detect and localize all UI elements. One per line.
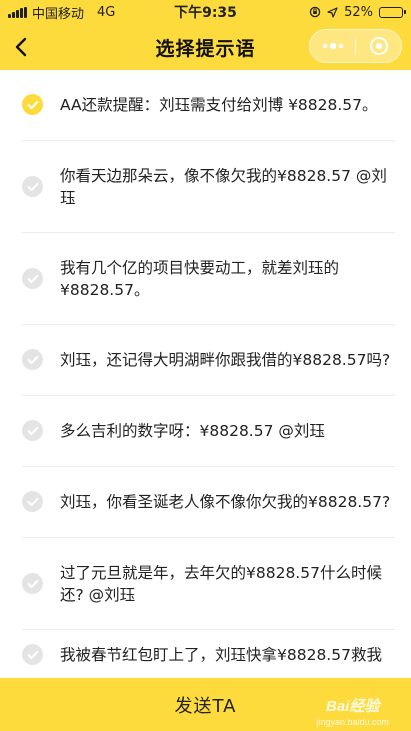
prompt-option[interactable]: 我有几个亿的项目快要动工，就差刘珏的¥8828.57。	[0, 233, 411, 325]
status-bar: 中国移动 4G 下午9:35 52%	[0, 0, 411, 24]
watermark-logo: Bai经验	[326, 698, 380, 715]
location-icon	[327, 6, 338, 18]
prompt-option[interactable]: 刘珏，你看圣诞老人像不像你欠我的¥8828.57?	[0, 467, 411, 538]
radio-unchecked-icon[interactable]	[22, 420, 43, 441]
prompt-option-text: 我被春节红包盯上了，刘珏快拿¥8828.57救我	[60, 646, 382, 664]
target-icon	[369, 37, 388, 55]
rotation-lock-icon	[309, 6, 321, 18]
prompt-option-text: 你看天边那朵云，像不像欠我的¥8828.57 @刘珏	[60, 167, 387, 207]
prompt-option-text: 多么吉利的数字呀：¥8828.57 @刘珏	[60, 422, 325, 440]
send-button-label: 发送TA	[174, 695, 237, 717]
radio-unchecked-icon[interactable]	[22, 644, 43, 665]
more-button[interactable]	[310, 30, 355, 62]
prompt-option[interactable]: 我被春节红包盯上了，刘珏快拿¥8828.57救我	[0, 630, 411, 678]
watermark-url: jingyan.baidu.com	[316, 717, 389, 727]
baidu-jingyan-watermark: Bai经验 jingyan.baidu.com	[316, 695, 389, 727]
prompt-option-text: 刘珏，还记得大明湖畔你跟我借的¥8828.57吗?	[60, 351, 391, 369]
send-button[interactable]: 发送TA Bai经验 jingyan.baidu.com	[0, 678, 411, 731]
prompt-option-text: 过了元旦就是年，去年欠的¥8828.57什么时候还? @刘珏	[60, 564, 382, 604]
prompt-option[interactable]: 你看天边那朵云，像不像欠我的¥8828.57 @刘珏	[0, 141, 411, 233]
signal-icon	[8, 6, 27, 18]
prompt-option[interactable]: 多么吉利的数字呀：¥8828.57 @刘珏	[0, 396, 411, 467]
prompt-option[interactable]: 过了元旦就是年，去年欠的¥8828.57什么时候还? @刘珏	[0, 538, 411, 630]
prompt-option-text: 刘珏，你看圣诞老人像不像你欠我的¥8828.57?	[60, 493, 391, 511]
prompt-option-text: 我有几个亿的项目快要动工，就差刘珏的¥8828.57。	[60, 259, 340, 299]
status-left: 中国移动 4G	[8, 3, 309, 22]
network-label: 4G	[97, 4, 116, 20]
chevron-left-icon	[15, 37, 27, 57]
miniprogram-capsule	[309, 29, 402, 63]
prompt-list: AA还款提醒：刘珏需支付给刘博 ¥8828.57。 你看天边那朵云，像不像欠我的…	[0, 70, 411, 678]
navigation-bar: 选择提示语	[0, 24, 411, 70]
battery-percent: 52%	[344, 4, 373, 20]
more-dots-icon	[322, 42, 343, 50]
carrier-label: 中国移动	[32, 6, 85, 22]
back-button[interactable]	[6, 32, 36, 62]
prompt-option-text: AA还款提醒：刘珏需支付给刘博 ¥8828.57。	[60, 96, 378, 114]
radio-unchecked-icon[interactable]	[22, 349, 43, 370]
radio-unchecked-icon[interactable]	[22, 176, 43, 197]
page-title: 选择提示语	[155, 37, 256, 60]
prompt-option[interactable]: 刘珏，还记得大明湖畔你跟我借的¥8828.57吗?	[0, 325, 411, 396]
close-miniprogram-button[interactable]	[356, 30, 401, 62]
battery-icon	[379, 6, 406, 18]
radio-unchecked-icon[interactable]	[22, 491, 43, 512]
prompt-option[interactable]: AA还款提醒：刘珏需支付给刘博 ¥8828.57。	[0, 70, 411, 141]
status-right: 52%	[309, 4, 406, 20]
radio-unchecked-icon[interactable]	[22, 268, 43, 289]
radio-unchecked-icon[interactable]	[22, 573, 43, 594]
radio-checked-icon[interactable]	[22, 94, 43, 115]
